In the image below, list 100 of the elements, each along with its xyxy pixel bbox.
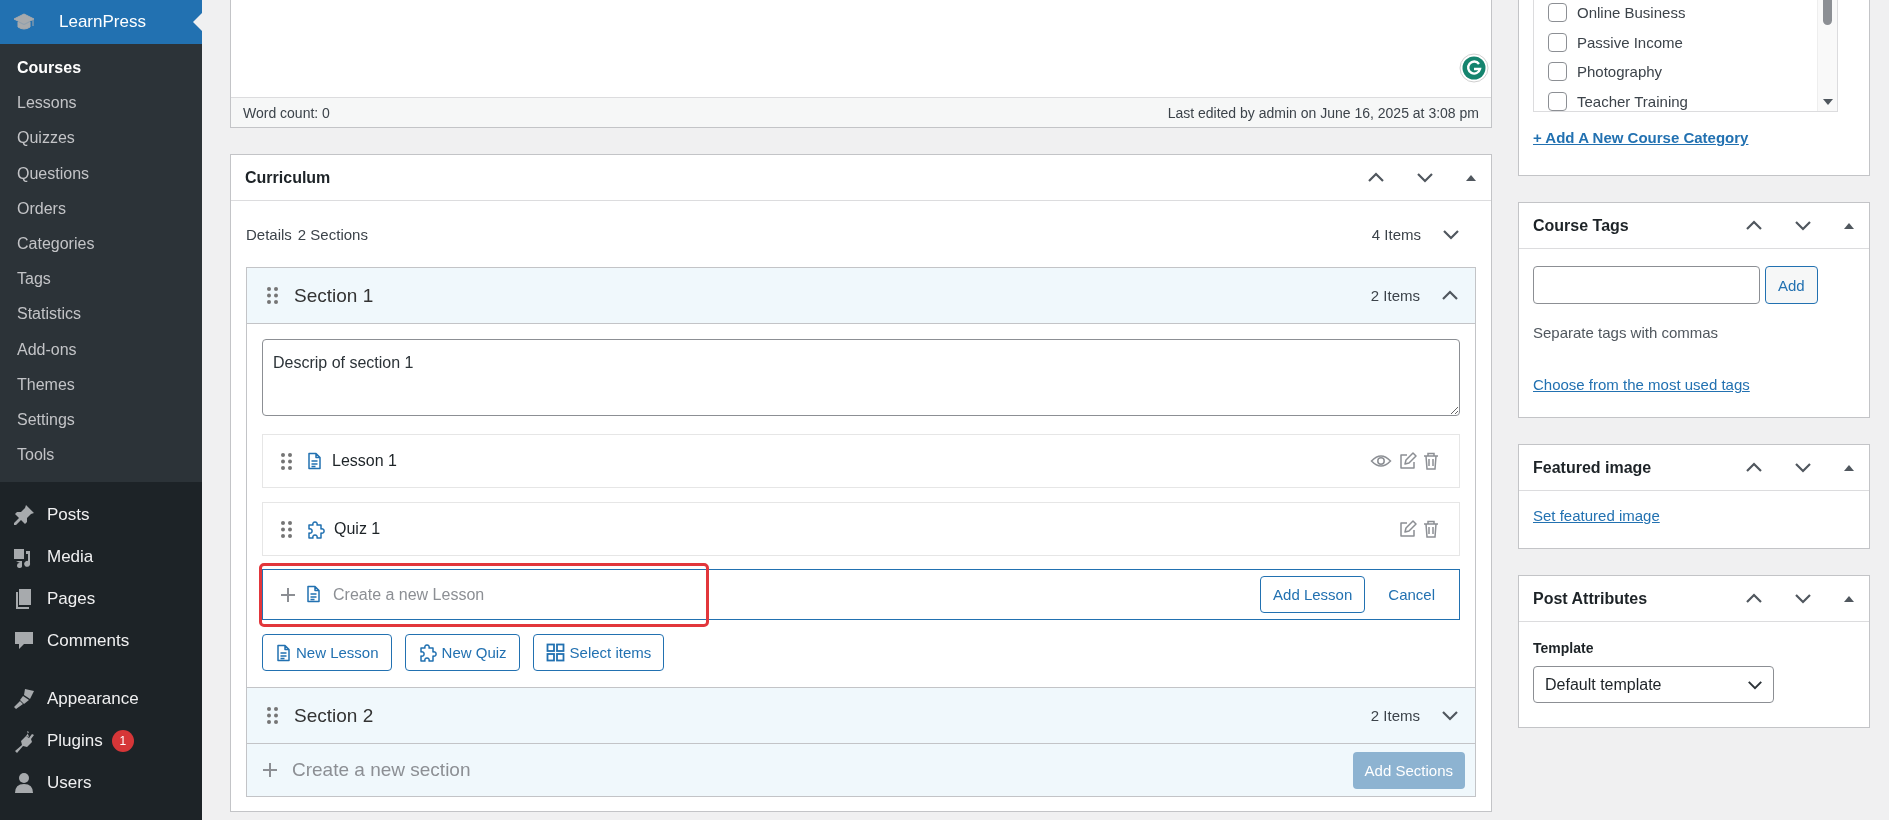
section-title: Section 1 bbox=[294, 284, 374, 307]
chevron-up-icon[interactable] bbox=[1745, 592, 1763, 605]
menu-item[interactable]: Media bbox=[0, 536, 202, 579]
submenu-item[interactable]: Lessons bbox=[0, 85, 202, 121]
panel-title: Curriculum bbox=[245, 168, 332, 187]
submenu-item[interactable]: Tools bbox=[0, 437, 202, 473]
details-label: Details bbox=[246, 225, 292, 243]
panel-title: Post Attributes bbox=[1533, 589, 1649, 608]
section-header[interactable]: Section 2 2 Items bbox=[247, 688, 1475, 744]
chevron-down-icon[interactable] bbox=[1794, 461, 1812, 474]
paintbrush-icon bbox=[12, 687, 36, 712]
panel-title: Course Tags bbox=[1533, 216, 1630, 235]
chevron-down-icon[interactable] bbox=[1442, 227, 1460, 241]
submenu-item[interactable]: Themes bbox=[0, 366, 202, 402]
word-count: Word count: 0 bbox=[243, 104, 330, 121]
menu-item[interactable]: Comments bbox=[0, 620, 202, 663]
count-badge: 1 bbox=[111, 730, 134, 753]
trash-icon[interactable] bbox=[1423, 451, 1439, 471]
add-category-link[interactable]: + Add A New Course Category bbox=[1533, 129, 1749, 146]
section-header[interactable]: Section 1 2 Items bbox=[247, 268, 1475, 324]
last-edited-text: Last edited by admin on June 16, 2025 at 3:08 pm bbox=[1167, 104, 1479, 121]
chevron-down-icon[interactable] bbox=[1794, 592, 1812, 605]
checkbox[interactable] bbox=[1548, 32, 1567, 52]
checkbox[interactable] bbox=[1548, 62, 1567, 82]
edit-icon[interactable] bbox=[1398, 451, 1417, 471]
learnpress-menu-item[interactable]: LearnPress bbox=[0, 0, 202, 44]
category-label: Online Business bbox=[1577, 4, 1686, 22]
chevron-up-icon[interactable] bbox=[1745, 219, 1763, 232]
submenu-item[interactable]: Settings bbox=[0, 401, 202, 438]
checkbox[interactable] bbox=[1548, 92, 1567, 112]
cancel-button[interactable]: Cancel bbox=[1374, 586, 1445, 603]
category-label: Photography bbox=[1577, 63, 1663, 81]
puzzle-icon bbox=[306, 519, 325, 539]
scrollbar-thumb[interactable] bbox=[1823, 0, 1832, 25]
grid-icon bbox=[545, 643, 565, 662]
document-icon bbox=[306, 451, 323, 471]
add-lesson-button[interactable]: Add Lesson bbox=[1260, 576, 1366, 613]
chevron-down-icon bbox=[1747, 678, 1763, 691]
checkbox[interactable] bbox=[1548, 3, 1567, 23]
edit-icon[interactable] bbox=[1398, 519, 1417, 539]
trash-icon[interactable] bbox=[1423, 519, 1439, 539]
menu-item[interactable]: Appearance bbox=[0, 678, 202, 721]
pin-icon bbox=[12, 503, 36, 528]
puzzle-icon bbox=[417, 643, 437, 662]
add-tag-button[interactable]: Add bbox=[1765, 266, 1818, 304]
eye-icon[interactable] bbox=[1370, 452, 1392, 470]
description-field[interactable]: Descrip of section 1 bbox=[262, 339, 1460, 416]
template-select[interactable]: Default template bbox=[1533, 666, 1774, 703]
drag-handle-icon[interactable] bbox=[266, 706, 279, 725]
editor-area[interactable]: Word count: 0 Last edited by admin on June 16, 2025 at 3:08 pm bbox=[230, 0, 1492, 128]
submenu-item[interactable]: Orders bbox=[0, 190, 202, 226]
submenu-item[interactable]: Categories bbox=[0, 225, 202, 262]
graduation-cap-icon bbox=[12, 11, 36, 33]
curriculum-item[interactable]: Lesson 1 bbox=[262, 434, 1460, 488]
submenu-item[interactable]: Quizzes bbox=[0, 120, 202, 156]
items-count: 2 Items bbox=[1370, 707, 1420, 724]
chevron-up-icon[interactable] bbox=[1745, 461, 1763, 474]
plus-icon bbox=[280, 586, 296, 603]
tag-input[interactable] bbox=[1533, 266, 1760, 304]
sections-count: 2 Sections bbox=[297, 225, 368, 243]
triangle-down-icon[interactable] bbox=[1821, 97, 1834, 107]
submenu-item[interactable]: Tags bbox=[0, 261, 202, 297]
add-item-button[interactable]: New Lesson bbox=[262, 634, 392, 671]
drag-handle-icon[interactable] bbox=[280, 519, 293, 539]
curriculum-item[interactable]: Quiz 1 bbox=[262, 502, 1460, 556]
plus-icon bbox=[262, 762, 278, 778]
chevron-up-icon[interactable] bbox=[1441, 289, 1459, 302]
section-title: Section 2 bbox=[294, 704, 374, 727]
submenu-item[interactable]: Add-ons bbox=[0, 331, 202, 367]
drag-handle-icon[interactable] bbox=[280, 451, 293, 471]
document-icon bbox=[305, 585, 322, 604]
chevron-down-icon[interactable] bbox=[1441, 709, 1459, 722]
menu-item[interactable]: Plugins 1 bbox=[0, 720, 202, 763]
chevron-up-icon[interactable] bbox=[1367, 171, 1385, 184]
submenu-item[interactable]: Questions bbox=[0, 155, 202, 191]
field-label: Template bbox=[1533, 640, 1595, 656]
document-icon bbox=[275, 643, 291, 662]
items-count: 2 Items bbox=[1370, 287, 1420, 304]
chevron-down-icon[interactable] bbox=[1794, 219, 1812, 232]
scrollbar[interactable] bbox=[1817, 0, 1837, 111]
set-featured-image-link[interactable]: Set featured image bbox=[1533, 507, 1660, 524]
item-title: Quiz 1 bbox=[334, 520, 381, 538]
menu-item[interactable]: Pages bbox=[0, 578, 202, 621]
chevron-down-icon[interactable] bbox=[1416, 171, 1434, 184]
add-item-button[interactable]: Select items bbox=[532, 634, 665, 671]
person-icon bbox=[12, 771, 36, 796]
new-item-field[interactable]: Create a new Lesson Add Lesson Cancel bbox=[262, 569, 1460, 620]
submenu-item[interactable]: Courses bbox=[0, 50, 202, 86]
assistant-badge-icon bbox=[1459, 53, 1489, 83]
drag-handle-icon[interactable] bbox=[266, 286, 279, 305]
menu-item[interactable]: Users bbox=[0, 762, 202, 805]
item-title: Lesson 1 bbox=[332, 452, 397, 470]
hint-text: Separate tags with commas bbox=[1533, 324, 1720, 341]
menu-item[interactable]: Posts bbox=[0, 494, 202, 537]
panel-title: Featured image bbox=[1533, 458, 1653, 477]
add-item-button[interactable]: New Quiz bbox=[404, 634, 520, 671]
items-count: 4 Items bbox=[1371, 225, 1421, 243]
category-label: Passive Income bbox=[1577, 33, 1683, 51]
most-used-tags-link[interactable]: Choose from the most used tags bbox=[1533, 376, 1750, 393]
submenu-item[interactable]: Statistics bbox=[0, 296, 202, 332]
